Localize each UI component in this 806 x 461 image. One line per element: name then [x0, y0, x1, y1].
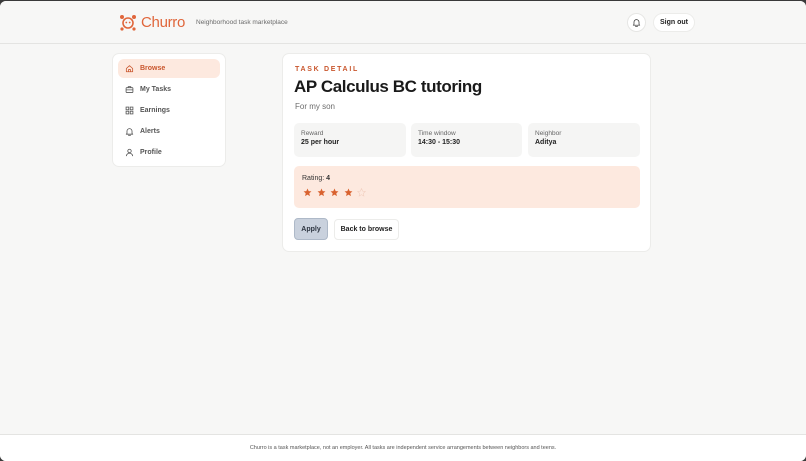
rating-panel: Rating: 4	[294, 166, 640, 208]
bell-icon	[632, 19, 641, 27]
footer-disclaimer: Churro is a task marketplace, not an emp…	[249, 445, 557, 451]
rating-text: Rating: 4	[302, 175, 330, 182]
tagline: Neighborhood task marketplace	[196, 19, 288, 26]
sidebar-item-label: Earnings	[140, 107, 170, 114]
home-icon	[125, 64, 134, 73]
sign-out-button[interactable]: Sign out	[653, 13, 695, 32]
sidebar-item-my-tasks[interactable]: My Tasks	[118, 80, 220, 99]
brand-name: Churro	[141, 13, 186, 31]
sidebar-item-browse[interactable]: Browse	[118, 59, 220, 78]
bell-icon	[125, 127, 134, 136]
time-window-label: Time window	[418, 130, 456, 137]
task-subtitle: For my son	[295, 102, 336, 111]
rating-label: Rating:	[302, 175, 325, 182]
star-filled-icon	[330, 188, 339, 197]
star-empty-icon	[357, 188, 366, 197]
star-filled-icon	[303, 188, 312, 197]
top-bar: Churro Neighborhood task marketplace Sig…	[0, 1, 806, 44]
brand[interactable]: Churro	[119, 13, 185, 31]
task-detail-card: TASK DETAIL AP Calculus BC tutoring For …	[282, 53, 651, 252]
task-title: AP Calculus BC tutoring	[294, 77, 482, 96]
section-eyebrow: TASK DETAIL	[295, 66, 359, 73]
reward-info: Reward 25 per hour	[294, 123, 406, 157]
neighbor-label: Neighbor	[535, 130, 562, 137]
time-window-value: 14:30 - 15:30	[418, 139, 461, 146]
star-filled-icon	[317, 188, 325, 197]
user-icon	[125, 148, 134, 157]
sidebar-item-label: Browse	[140, 65, 166, 72]
star-rating	[303, 188, 371, 197]
footer: Churro is a task marketplace, not an emp…	[0, 434, 806, 461]
grid-icon	[125, 106, 134, 115]
app-window: Churro Neighborhood task marketplace Sig…	[0, 1, 806, 461]
sidebar-item-label: Alerts	[140, 128, 160, 135]
reward-value: 25 per hour	[301, 139, 340, 146]
neighbor-value: Aditya	[535, 139, 557, 146]
apply-button[interactable]: Apply	[294, 218, 328, 240]
sidebar-item-label: My Tasks	[140, 86, 171, 93]
briefcase-icon	[125, 85, 134, 94]
star-filled-icon	[344, 188, 352, 197]
sidebar-item-earnings[interactable]: Earnings	[118, 101, 220, 120]
sidebar-item-alerts[interactable]: Alerts	[118, 122, 220, 141]
sidebar-item-label: Profile	[140, 149, 162, 156]
reward-label: Reward	[301, 130, 324, 137]
sidebar: Browse My Tasks Earnings Alerts Profile	[112, 53, 226, 167]
churro-logo-icon	[120, 15, 136, 31]
back-to-browse-button[interactable]: Back to browse	[334, 219, 399, 240]
rating-value: 4	[326, 175, 331, 182]
neighbor-info: Neighbor Aditya	[528, 123, 640, 157]
sidebar-item-profile[interactable]: Profile	[118, 143, 220, 162]
notifications-button[interactable]	[627, 13, 646, 32]
time-window-info: Time window 14:30 - 15:30	[411, 123, 522, 157]
